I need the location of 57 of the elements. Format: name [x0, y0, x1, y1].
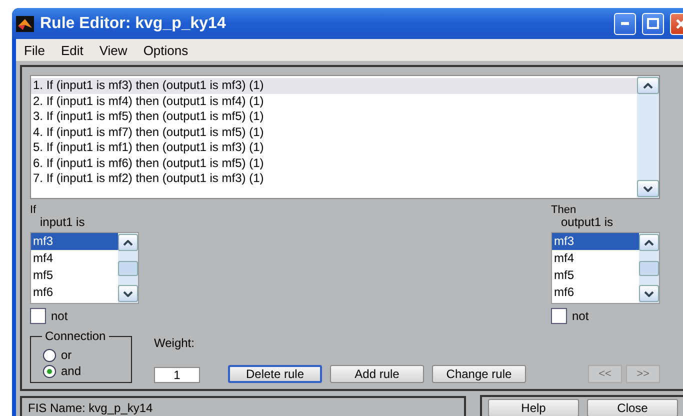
menu-item[interactable]: Edit [54, 42, 90, 58]
menu-item[interactable]: View [93, 42, 134, 58]
app-logo-icon [16, 16, 34, 32]
status-field: FIS Name: kvg_p_ky14 [20, 396, 466, 416]
rule-button[interactable]: Change rule [432, 365, 526, 383]
menu-item[interactable]: File [18, 42, 51, 58]
not-label: not [572, 309, 589, 323]
rule-item[interactable]: 7. If (input1 is mf2) then (output1 is mf3) (1) [31, 171, 637, 186]
rule-item[interactable]: 5. If (input1 is mf1) then (output1 is mf3) (1) [31, 140, 637, 156]
rule-item[interactable]: 3. If (input1 is mf5) then (output1 is mf5) (1) [31, 109, 637, 124]
membership-list[interactable]: mf3 mf4 mf5 mf6 [30, 232, 139, 304]
rule-item[interactable]: 4. If (input1 is mf7) then (output1 is mf5) (1) [31, 124, 637, 140]
scroll-thumb[interactable] [118, 260, 138, 276]
maximize-icon [647, 18, 659, 29]
rule-button[interactable]: Add rule [330, 365, 424, 383]
membership-item[interactable]: mf4 [31, 250, 118, 267]
membership-item[interactable]: mf4 [552, 250, 639, 267]
scroll-down-button[interactable] [637, 180, 659, 197]
membership-item[interactable]: mf3 [31, 233, 118, 250]
membership-list[interactable]: mf3 mf4 mf5 mf6 [551, 232, 660, 304]
radio-button[interactable] [43, 364, 56, 378]
group-title: Connection [42, 329, 109, 343]
rule-list[interactable] [30, 75, 660, 199]
dialog-button[interactable]: Help [488, 399, 579, 416]
menu-item[interactable]: Options [137, 42, 194, 58]
section-header: If [30, 205, 38, 216]
dialog-button[interactable]: Close [587, 399, 678, 416]
rule-item[interactable]: 1. If (input1 is mf3) then (output1 is mf3) (1) [31, 78, 637, 94]
scroll-down-button[interactable] [118, 285, 138, 302]
scroll-down-button[interactable] [639, 285, 659, 302]
section-header: Then [551, 205, 578, 216]
scroll-thumb[interactable] [639, 260, 659, 276]
minimize-icon [621, 22, 629, 25]
radio-button[interactable] [43, 348, 56, 362]
not-checkbox[interactable] [30, 308, 46, 324]
membership-item[interactable]: mf6 [552, 284, 639, 301]
membership-item[interactable]: mf6 [31, 284, 118, 301]
weight-label: Weight: [154, 336, 196, 350]
rule-item[interactable]: 2. If (input1 is mf4) then (output1 is mf4) (1) [31, 94, 637, 109]
variable-label: output1 is [560, 216, 614, 227]
membership-item[interactable]: mf3 [552, 233, 639, 250]
not-label: not [51, 309, 68, 323]
minimize-button[interactable] [614, 12, 636, 34]
membership-item[interactable]: mf5 [31, 267, 118, 284]
scroll-up-button[interactable] [118, 234, 138, 251]
rule-button[interactable]: Delete rule [228, 365, 322, 383]
radio-label: or [61, 348, 72, 362]
maximize-button[interactable] [642, 12, 664, 34]
radio-label: and [61, 364, 82, 378]
membership-item[interactable]: mf5 [552, 267, 639, 284]
weight-field[interactable]: 1 [154, 367, 200, 383]
not-checkbox[interactable] [551, 308, 567, 324]
scroll-up-button[interactable] [637, 77, 659, 94]
window-title: Rule Editor: kvg_p_ky14 [40, 14, 227, 32]
variable-label: input1 is [39, 216, 86, 227]
scroll-up-button[interactable] [639, 234, 659, 251]
rule-item[interactable]: 6. If (input1 is mf6) then (output1 is mf5) (1) [31, 156, 637, 171]
